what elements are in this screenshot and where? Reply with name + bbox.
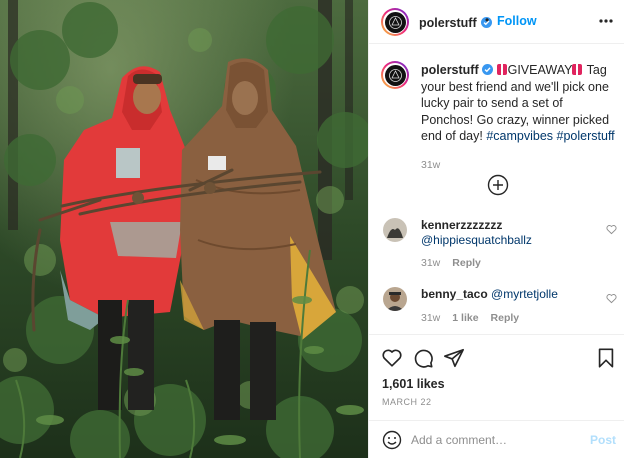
reply-button[interactable]: Reply [491, 312, 520, 324]
more-options-icon[interactable] [598, 14, 614, 28]
comment-meta: 31w 1 like Reply [421, 312, 531, 324]
hashtag-link[interactable]: #campvibes [486, 129, 553, 143]
separator-dot: • [485, 13, 490, 27]
share-icon[interactable] [443, 347, 465, 369]
post-date: MARCH 22 [382, 397, 432, 407]
follow-button[interactable]: Follow [497, 14, 537, 28]
caption-age: 31w [421, 158, 441, 171]
post-caption: polerstuff GIVEAWAY Tag your best friend… [421, 62, 617, 173]
hashtag-link[interactable]: #polerstuff [557, 129, 615, 143]
gift-emoji-icon [496, 64, 507, 75]
reply-button[interactable]: Reply [452, 257, 481, 269]
comment-age: 31w [421, 257, 441, 269]
comment-like-icon[interactable] [606, 293, 617, 304]
comment-likes[interactable]: 1 like [452, 312, 478, 324]
commenter-username[interactable]: benny_taco [421, 287, 488, 301]
verified-badge-icon [482, 64, 494, 75]
comment-meta: 31w Reply [421, 257, 493, 269]
caption-avatar[interactable] [381, 61, 409, 89]
heart-icon[interactable] [381, 347, 403, 369]
comment-bar: Post [369, 420, 624, 458]
comment-item: kennerzzzzzzz @hippiesquatchballz 31w Rep… [383, 218, 623, 270]
comment-mention[interactable]: @hippiesquatchballz [421, 233, 532, 247]
comment-mention[interactable]: @myrtetjolle [491, 287, 558, 301]
author-username[interactable]: polerstuff [419, 16, 477, 30]
bookmark-icon[interactable] [595, 347, 617, 369]
comment-input[interactable] [411, 430, 571, 450]
post-comment-button[interactable]: Post [590, 433, 616, 447]
action-bar [369, 334, 624, 374]
post-header: polerstuff • Follow [369, 0, 624, 44]
commenter-avatar[interactable] [383, 287, 407, 311]
comment-age: 31w [421, 312, 441, 324]
comment-icon[interactable] [412, 347, 434, 369]
post-photo [0, 0, 368, 458]
poler-logo-icon [388, 68, 402, 82]
commenter-avatar[interactable] [383, 218, 407, 242]
likes-count[interactable]: 1,601 likes [382, 377, 445, 391]
author-avatar[interactable] [381, 8, 409, 36]
gift-emoji-icon [572, 64, 583, 75]
post-image[interactable] [0, 0, 368, 458]
post-panel: polerstuff • Follow polerstuff GIVEAWAY … [368, 0, 624, 458]
emoji-icon[interactable] [382, 430, 402, 450]
caption-giveaway: GIVEAWAY [507, 63, 573, 77]
poler-logo-icon [388, 15, 402, 29]
comment-like-icon[interactable] [606, 224, 617, 235]
caption-username[interactable]: polerstuff [421, 63, 479, 77]
add-circle-icon[interactable] [487, 174, 509, 196]
commenter-username[interactable]: kennerzzzzzzz [421, 218, 502, 232]
comment-item: benny_taco @myrtetjolle 31w 1 like Reply [383, 287, 623, 327]
